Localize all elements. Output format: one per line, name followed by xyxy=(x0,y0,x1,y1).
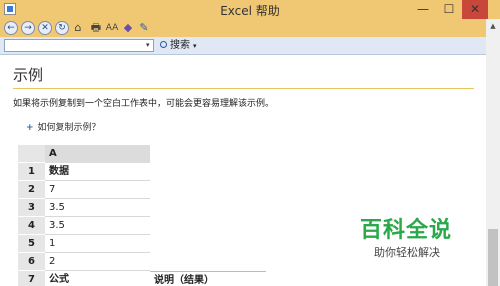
scroll-thumb[interactable] xyxy=(488,229,498,286)
stop-icon[interactable]: ✕ xyxy=(38,21,52,35)
search-history-dropdown-icon[interactable]: ▾ xyxy=(146,41,150,49)
watermark: 百科全说 助你轻松解决 xyxy=(360,212,480,260)
close-button[interactable]: ✕ xyxy=(462,0,488,19)
cell-b7: 说明（结果） xyxy=(150,271,266,286)
watermark-title: 百科全说 xyxy=(360,218,453,243)
minimize-button[interactable]: — xyxy=(410,0,436,19)
keep-on-top-icon[interactable]: ◆ xyxy=(121,21,135,35)
maximize-button[interactable]: ☐ xyxy=(436,0,462,19)
search-input[interactable] xyxy=(4,39,154,52)
row-number: 6 xyxy=(18,253,45,271)
row-number: 1 xyxy=(18,163,45,181)
row-number: 7 xyxy=(18,271,45,286)
page-title: 示例 xyxy=(13,66,44,84)
how-to-copy-link[interactable]: + 如何复制示例？ xyxy=(26,120,101,133)
toolbar: ← → ✕ ↻ ⌂ 🖶 AA ◆ ✎ xyxy=(0,19,500,37)
vertical-scrollbar[interactable]: ▲ xyxy=(486,19,500,286)
row-number: 2 xyxy=(18,181,45,199)
cell-a2: 7 xyxy=(45,181,150,199)
search-button-label: 搜索 xyxy=(170,40,190,51)
expand-plus-icon: + xyxy=(26,123,34,133)
cell-a6: 2 xyxy=(45,253,150,271)
column-header-a: A xyxy=(45,145,150,163)
title-bar: Excel 帮助 — ☐ ✕ xyxy=(0,0,500,19)
font-size-icon[interactable]: AA xyxy=(105,21,119,35)
scroll-up-icon[interactable]: ▲ xyxy=(486,21,500,31)
cell-a4: 3.5 xyxy=(45,217,150,235)
search-bar: ▾ 搜索 ▾ xyxy=(0,37,500,55)
corner-cell xyxy=(18,145,45,163)
search-scope-dropdown-icon[interactable]: ▾ xyxy=(193,42,197,50)
help-content: 示例 如果将示例复制到一个空白工作表中，可能会更容易理解该示例。 + 如何复制示例… xyxy=(0,55,486,286)
search-icon xyxy=(160,41,167,48)
cell-a7: 公式 xyxy=(45,271,150,286)
cell-a5: 1 xyxy=(45,235,150,253)
help-window: Excel 帮助 — ☐ ✕ ← → ✕ ↻ ⌂ 🖶 AA ◆ ✎ ▾ 搜索 ▾ … xyxy=(0,0,500,286)
row-number: 4 xyxy=(18,217,45,235)
example-sheet: A 1 数据 2 7 3 3.5 4 3.5 5 1 6 2 7 公式 说明（结… xyxy=(18,145,282,286)
forward-icon[interactable]: → xyxy=(21,21,35,35)
search-button[interactable]: 搜索 ▾ xyxy=(160,38,197,53)
row-number: 3 xyxy=(18,199,45,217)
cell-a3: 3.5 xyxy=(45,199,150,217)
refresh-icon[interactable]: ↻ xyxy=(55,21,69,35)
table-of-contents-icon[interactable]: ✎ xyxy=(137,21,151,35)
print-icon[interactable]: 🖶 xyxy=(89,21,103,35)
watermark-subtitle: 助你轻松解决 xyxy=(374,246,440,259)
row-number: 5 xyxy=(18,235,45,253)
cell-a1: 数据 xyxy=(45,163,150,181)
back-icon[interactable]: ← xyxy=(4,21,18,35)
title-divider xyxy=(13,88,474,89)
home-icon[interactable]: ⌂ xyxy=(71,21,85,35)
how-to-copy-label: 如何复制示例？ xyxy=(37,123,101,133)
intro-text: 如果将示例复制到一个空白工作表中，可能会更容易理解该示例。 xyxy=(13,99,275,109)
